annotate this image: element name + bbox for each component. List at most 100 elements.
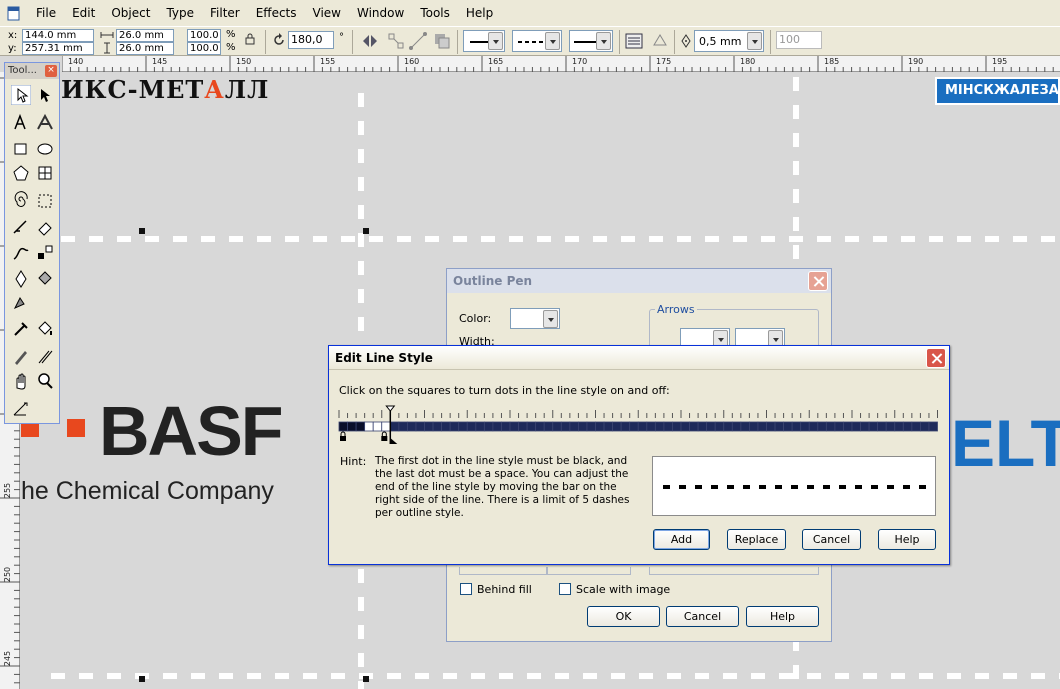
- edit-line-style-titlebar[interactable]: Edit Line Style: [329, 346, 949, 370]
- line-style-dot[interactable]: [629, 421, 639, 432]
- connector-icon[interactable]: [408, 31, 428, 51]
- guide-line-horizontal[interactable]: [61, 236, 1060, 242]
- line-style-dot[interactable]: [449, 421, 460, 432]
- line-style-dot[interactable]: [757, 421, 767, 432]
- line-style-dot[interactable]: [535, 421, 545, 432]
- line-style-dot[interactable]: [372, 421, 383, 432]
- line-style-dot[interactable]: [347, 421, 357, 432]
- polygon-tool-icon[interactable]: [11, 163, 31, 183]
- horizontal-ruler[interactable]: 140 145 150 155 160 165 170 175 180 185 …: [62, 56, 1060, 72]
- line-style-dot[interactable]: [389, 421, 400, 432]
- menu-file[interactable]: File: [28, 6, 64, 20]
- line-style-dot[interactable]: [928, 421, 938, 432]
- interactive-fill-icon[interactable]: [11, 293, 31, 313]
- line-style-dot[interactable]: [740, 421, 750, 432]
- outline-pen-icon[interactable]: [11, 269, 31, 289]
- end-arrow-select[interactable]: [569, 30, 613, 52]
- line-style-dot[interactable]: [894, 421, 904, 432]
- line-style-dot[interactable]: [398, 421, 408, 432]
- chevron-down-icon[interactable]: [596, 32, 611, 50]
- line-style-dot[interactable]: [783, 421, 793, 432]
- rotation-angle-field[interactable]: 180,0: [288, 31, 334, 49]
- wrap-icon[interactable]: [432, 31, 452, 51]
- blend-tool-icon[interactable]: [35, 243, 55, 263]
- line-style-dot[interactable]: [920, 421, 930, 432]
- line-style-dot[interactable]: [843, 421, 853, 432]
- mirror-icon[interactable]: [360, 31, 380, 51]
- behind-fill-checkbox[interactable]: [460, 583, 472, 595]
- scale-with-image-checkbox[interactable]: [559, 583, 571, 595]
- line-style-dot[interactable]: [885, 421, 896, 432]
- line-style-dot[interactable]: [586, 421, 596, 432]
- line-style-dot[interactable]: [808, 421, 819, 432]
- cancel-button[interactable]: Cancel: [666, 606, 739, 627]
- toolbox-title[interactable]: Tool... ×: [5, 63, 59, 79]
- chevron-down-icon[interactable]: [747, 32, 762, 50]
- app-icon[interactable]: [6, 5, 22, 21]
- close-icon[interactable]: [926, 348, 946, 368]
- zoom-tool-icon[interactable]: [35, 371, 55, 391]
- menu-help[interactable]: Help: [458, 6, 501, 20]
- line-style-dot[interactable]: [800, 421, 810, 432]
- line-style-dot[interactable]: [552, 421, 562, 432]
- line-style-dot[interactable]: [612, 421, 622, 432]
- line-style-dot[interactable]: [851, 421, 861, 432]
- line-style-dot[interactable]: [646, 421, 656, 432]
- color-select[interactable]: [510, 308, 560, 329]
- miter-limit-field[interactable]: 100: [776, 31, 822, 49]
- line-style-dot[interactable]: [723, 421, 733, 432]
- line-style-dot[interactable]: [680, 421, 690, 432]
- line-style-dot[interactable]: [526, 421, 537, 432]
- graph-paper-icon[interactable]: [35, 163, 55, 183]
- close-icon[interactable]: ×: [45, 65, 57, 77]
- line-style-dot[interactable]: [825, 421, 836, 432]
- line-style-dot[interactable]: [518, 421, 528, 432]
- outline-width-select[interactable]: 0,5 mm: [694, 30, 764, 52]
- line-style-dot[interactable]: [672, 421, 682, 432]
- scale-x-field[interactable]: 100.0: [187, 29, 221, 42]
- start-arrow-select[interactable]: [463, 30, 505, 52]
- scale-y-field[interactable]: 100.0: [187, 42, 221, 55]
- convert-icon[interactable]: [650, 31, 670, 51]
- guide-line-horizontal[interactable]: [51, 673, 1060, 679]
- selection-handle[interactable]: [363, 676, 369, 682]
- text-tool-icon[interactable]: [11, 113, 31, 133]
- line-style-dot[interactable]: [911, 421, 921, 432]
- menu-filter[interactable]: Filter: [202, 6, 248, 20]
- end-marker-top-handle[interactable]: [385, 405, 396, 412]
- artistic-text-icon[interactable]: [35, 113, 55, 133]
- line-style-dot[interactable]: [817, 421, 827, 432]
- line-style-dot[interactable]: [407, 421, 417, 432]
- width-field[interactable]: 26.0 mm: [116, 29, 174, 42]
- menu-effects[interactable]: Effects: [248, 6, 305, 20]
- line-style-dot[interactable]: [364, 421, 374, 432]
- line-style-dot[interactable]: [595, 421, 605, 432]
- menu-object[interactable]: Object: [103, 6, 158, 20]
- line-style-dot[interactable]: [706, 421, 716, 432]
- line-style-dot[interactable]: [697, 421, 708, 432]
- crop-tool-icon[interactable]: [35, 191, 55, 211]
- ok-button[interactable]: OK: [587, 606, 660, 627]
- replace-button[interactable]: Replace: [727, 529, 786, 550]
- dimension-tool-icon[interactable]: [11, 399, 31, 419]
- selection-handle[interactable]: [363, 228, 369, 234]
- text-wrap-icon[interactable]: [624, 31, 644, 51]
- line-style-dot[interactable]: [458, 421, 468, 432]
- line-style-dot[interactable]: [654, 421, 665, 432]
- paint-bucket-icon[interactable]: [35, 319, 55, 339]
- line-style-dot[interactable]: [569, 421, 579, 432]
- line-style-dot[interactable]: [543, 421, 554, 432]
- line-style-dot[interactable]: [492, 421, 502, 432]
- eraser-tool-icon[interactable]: [35, 217, 55, 237]
- line-style-dot[interactable]: [560, 421, 571, 432]
- smudge-tool-icon[interactable]: [11, 347, 31, 367]
- line-style-dot[interactable]: [501, 421, 511, 432]
- shape-tool-icon[interactable]: [35, 85, 55, 105]
- line-style-dot[interactable]: [475, 421, 485, 432]
- line-style-dot[interactable]: [877, 421, 887, 432]
- y-position-field[interactable]: 257.31 mm: [22, 42, 94, 55]
- height-field[interactable]: 26.0 mm: [116, 42, 174, 55]
- outline-pen-titlebar[interactable]: Outline Pen: [447, 269, 831, 293]
- line-style-dot[interactable]: [603, 421, 613, 432]
- spiral-tool-icon[interactable]: [11, 191, 31, 211]
